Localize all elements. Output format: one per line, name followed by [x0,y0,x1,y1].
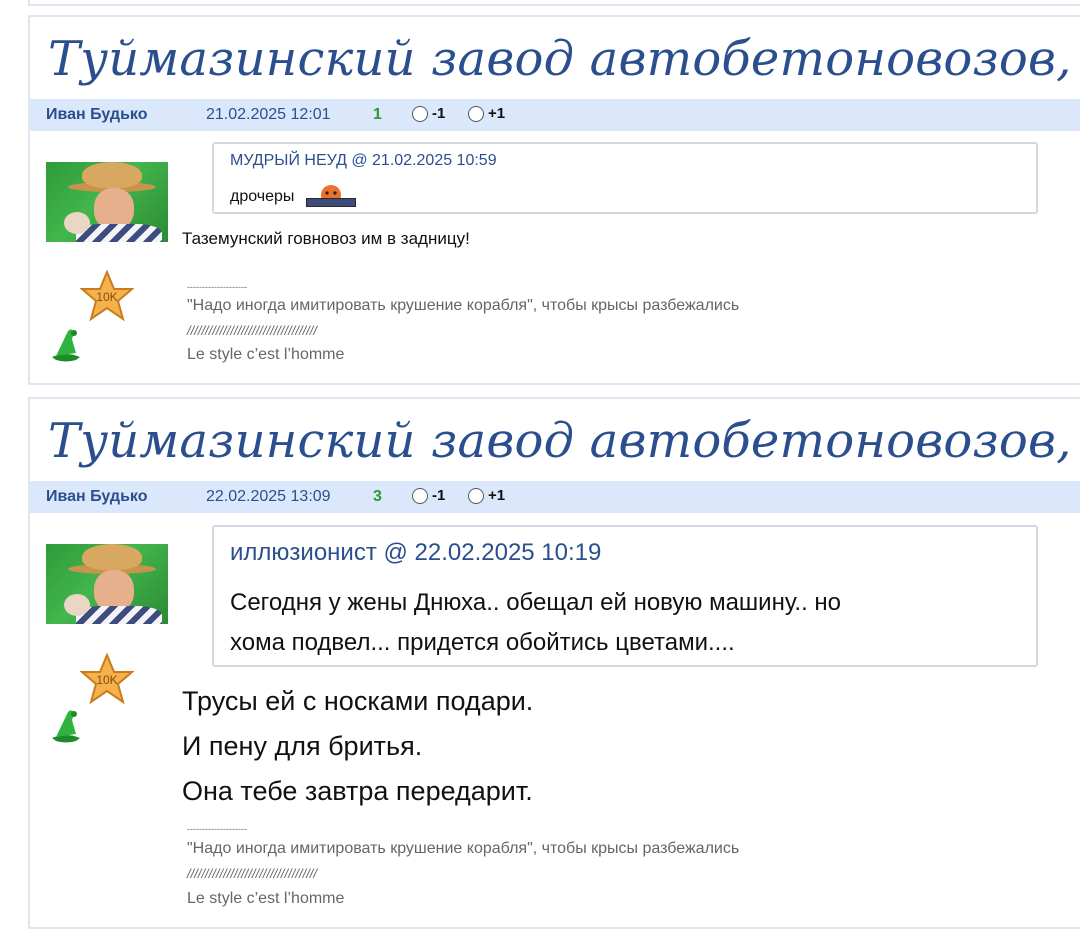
svg-text:10K: 10K [96,673,117,687]
radio-icon[interactable] [468,105,484,122]
forum-post: Туймазинский завод автобетоновозов, ТЗА … [28,15,1080,385]
signature-quote: "Надо иногда имитировать крушение корабл… [187,840,740,857]
message-line: И пену для бритья. [182,731,423,761]
avatar[interactable] [46,544,168,624]
quote-text-line: хома подвел... придется обойтись цветами… [230,629,735,656]
signature: -------------------- "Надо иногда имитир… [187,280,739,368]
vote-plus-radio[interactable]: +1 [468,105,505,122]
quote-text: Сегодня у жены Днюха.. обещал ей новую м… [230,583,841,663]
vote-plus-radio[interactable]: +1 [468,487,505,504]
radio-icon[interactable] [412,105,428,122]
vote-minus-label: -1 [432,487,446,504]
post-date[interactable]: 21.02.2025 12:01 [206,106,331,124]
censored-icon [305,184,357,210]
signature-slashes: //////////////////////////////////// [187,322,318,338]
quote-text: дрочеры [230,188,295,206]
post-date[interactable]: 22.02.2025 13:09 [206,488,331,506]
message-line: Трусы ей с носками подари. [182,686,534,716]
signature-slashes: //////////////////////////////////// [187,866,318,881]
signature-divider: -------------------- [187,824,247,834]
quote-header[interactable]: МУДРЫЙ НЕУД @ 21.02.2025 10:59 [230,152,497,170]
quote-text-line: дрочеры [230,184,357,210]
star-10k-badge-icon: 10K [80,270,134,322]
vote-minus-label: -1 [432,105,446,122]
post-score: 1 [373,106,382,123]
author-link[interactable]: Иван Будько [46,488,147,506]
signature-motto: Le style c’est l’homme [187,346,345,363]
signature-quote: "Надо иногда имитировать крушение корабл… [187,297,740,314]
message-body: Трусы ей с носками подари. И пену для бр… [182,679,533,814]
vote-minus-radio[interactable]: -1 [412,105,445,122]
quote-block: МУДРЫЙ НЕУД @ 21.02.2025 10:59 дрочеры [212,142,1038,214]
message-line: Таземунский говновоз им в задницу! [182,229,470,248]
post-title[interactable]: Туймазинский завод автобетоновозов, ТЗА [48,413,1080,469]
wizard-hat-icon [52,710,80,743]
vote-minus-radio[interactable]: -1 [412,487,445,504]
vote-plus-label: +1 [488,487,506,504]
radio-icon[interactable] [468,487,484,504]
vote-plus-label: +1 [488,105,506,122]
avatar[interactable] [46,162,168,242]
radio-icon[interactable] [412,487,428,504]
post-title[interactable]: Туймазинский завод автобетоновозов, ТЗА [48,31,1080,87]
previous-post-edge [28,0,1080,6]
quote-header[interactable]: иллюзионист @ 22.02.2025 10:19 [230,539,601,567]
post-meta-bar: Иван Будько 22.02.2025 13:09 3 -1 +1 [30,481,1080,513]
wizard-hat-icon [52,329,80,362]
signature-divider: -------------------- [187,282,247,292]
message-body: Таземунский говновоз им в задницу! [182,229,470,249]
forum-post: Туймазинский завод автобетоновозов, ТЗА … [28,397,1080,929]
post-score: 3 [373,488,382,505]
signature: -------------------- "Надо иногда имитир… [187,822,739,911]
message-line: Она тебе завтра передарит. [182,776,533,806]
post-meta-bar: Иван Будько 21.02.2025 12:01 1 -1 +1 [30,99,1080,131]
quote-text-line: Сегодня у жены Днюха.. обещал ей новую м… [230,589,842,616]
quote-block: иллюзионист @ 22.02.2025 10:19 Сегодня у… [212,525,1038,667]
star-10k-badge-icon: 10K [80,653,134,705]
svg-text:10K: 10K [96,290,117,304]
author-link[interactable]: Иван Будько [46,106,147,124]
signature-motto: Le style c’est l’homme [187,890,345,907]
